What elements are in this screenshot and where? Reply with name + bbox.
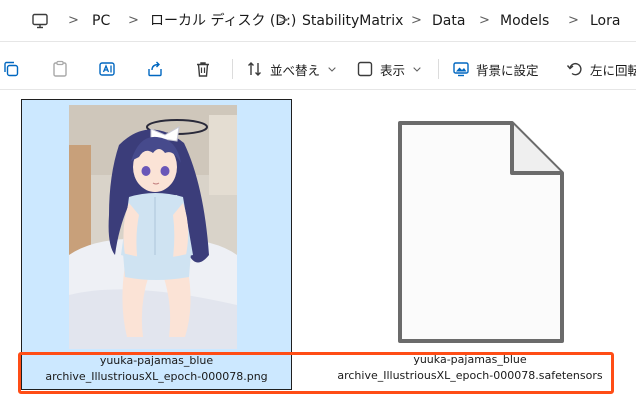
breadcrumb-data[interactable]: Data bbox=[432, 11, 465, 31]
breadcrumb-pc[interactable]: PC bbox=[92, 11, 110, 31]
breadcrumb-separator[interactable]: > bbox=[68, 12, 79, 30]
anime-girl-thumbnail-icon bbox=[69, 105, 237, 349]
breadcrumb-separator[interactable]: > bbox=[411, 12, 422, 30]
file-tile-png[interactable]: yuuka-pajamas_blue archive_IllustriousXL… bbox=[21, 99, 292, 390]
delete-button[interactable] bbox=[194, 58, 212, 80]
generic-file-icon bbox=[398, 121, 564, 343]
rotate-left-button[interactable]: 左に回転 bbox=[566, 58, 636, 80]
sort-label: 並べ替え bbox=[270, 62, 321, 78]
copy-button[interactable] bbox=[2, 58, 20, 80]
rename-icon bbox=[99, 62, 115, 76]
file-name-line2: archive_IllustriousXL_epoch-000078.png bbox=[45, 370, 268, 383]
copy-icon bbox=[4, 61, 19, 77]
sort-icon bbox=[248, 62, 261, 76]
rotate-left-label: 左に回転 bbox=[590, 62, 636, 78]
chevron-down-icon bbox=[413, 67, 421, 72]
breadcrumb-separator[interactable]: > bbox=[568, 12, 579, 30]
file-name-line1: yuuka-pajamas_blue bbox=[413, 353, 527, 366]
breadcrumb-models[interactable]: Models bbox=[500, 11, 549, 31]
wallpaper-icon bbox=[453, 62, 469, 77]
breadcrumb-separator[interactable]: > bbox=[128, 12, 139, 30]
toolbar-divider bbox=[438, 59, 439, 79]
command-bar: 並べ替え 表示 背景に設定 左に回転 bbox=[0, 48, 636, 90]
set-background-button[interactable]: 背景に設定 bbox=[452, 58, 539, 80]
address-bar[interactable]: > PC > ローカル ディスク (D:) > StabilityMatrix … bbox=[0, 0, 636, 42]
breadcrumb-local-disk[interactable]: ローカル ディスク (D:) bbox=[150, 11, 296, 31]
image-thumbnail[interactable] bbox=[69, 105, 237, 349]
breadcrumb-separator[interactable]: > bbox=[479, 12, 490, 30]
monitor-icon[interactable] bbox=[31, 12, 49, 30]
view-button[interactable]: 表示 bbox=[356, 58, 423, 80]
sort-button[interactable]: 並べ替え bbox=[246, 58, 338, 80]
rotate-left-icon bbox=[566, 62, 582, 76]
breadcrumb-stabilitymatrix[interactable]: StabilityMatrix bbox=[302, 11, 403, 31]
set-background-label: 背景に設定 bbox=[476, 62, 539, 78]
paste-button[interactable] bbox=[51, 58, 69, 80]
view-icon bbox=[357, 61, 373, 77]
share-icon bbox=[148, 61, 162, 77]
breadcrumb-lora[interactable]: Lora bbox=[590, 11, 620, 31]
paste-icon bbox=[53, 60, 67, 77]
trash-icon bbox=[197, 62, 209, 77]
rename-button[interactable] bbox=[98, 58, 116, 80]
view-label: 表示 bbox=[380, 62, 406, 78]
file-name-line2: archive_IllustriousXL_epoch-000078.safet… bbox=[337, 369, 603, 382]
toolbar-divider bbox=[232, 59, 233, 79]
share-button[interactable] bbox=[146, 58, 164, 80]
chevron-down-icon bbox=[328, 67, 336, 72]
file-name-line1: yuuka-pajamas_blue bbox=[99, 354, 214, 367]
file-tile-safetensors[interactable]: yuuka-pajamas_blue archive_IllustriousXL… bbox=[310, 99, 630, 390]
file-view[interactable]: yuuka-pajamas_blue archive_IllustriousXL… bbox=[0, 91, 636, 414]
breadcrumb-separator[interactable]: > bbox=[278, 12, 289, 30]
